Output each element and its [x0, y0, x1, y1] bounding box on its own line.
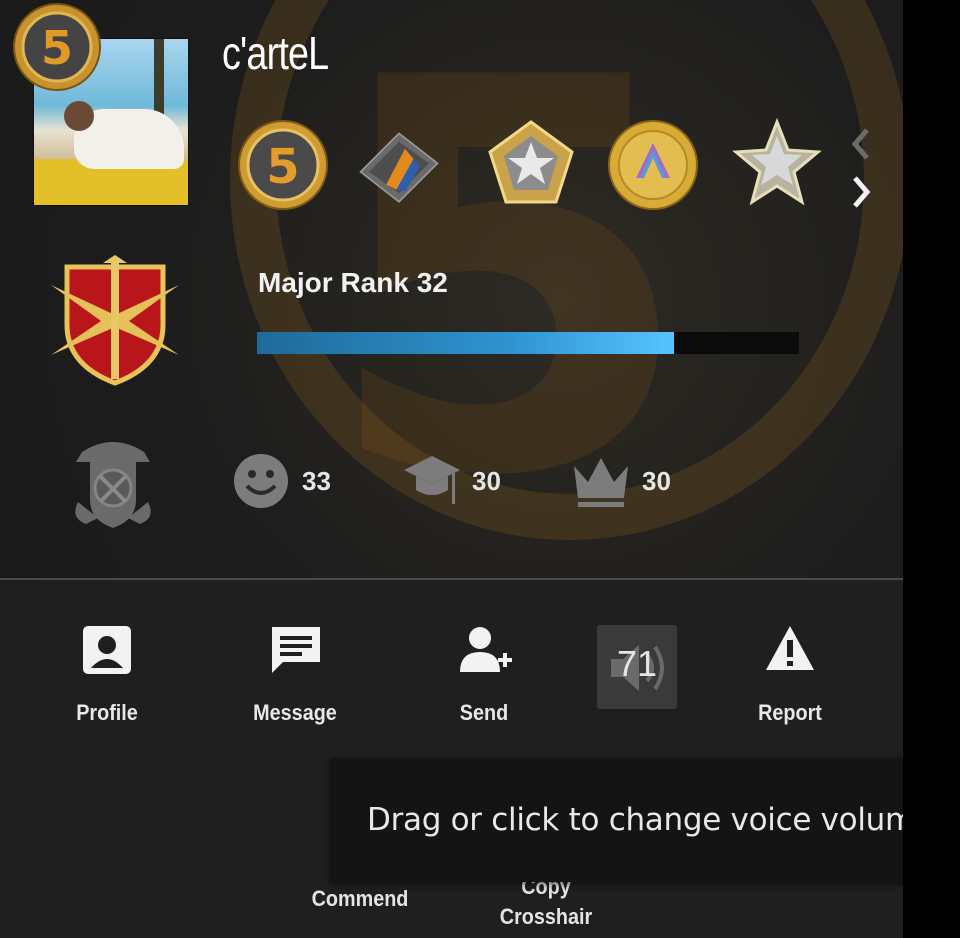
- teacher-count: 30: [472, 466, 501, 496]
- pentagon-star-medal-icon[interactable]: [484, 118, 578, 212]
- operation-coin-icon[interactable]: [352, 118, 446, 212]
- xp-progress-fill: [257, 332, 675, 354]
- commend-button[interactable]: Commend: [297, 886, 423, 912]
- star-medal-icon[interactable]: [730, 118, 824, 212]
- profile-button[interactable]: Profile: [47, 620, 167, 730]
- rank-label: Major Rank 32: [258, 267, 448, 298]
- add-friend-icon: [460, 627, 512, 672]
- message-icon: [272, 627, 320, 673]
- friendly-count: 33: [302, 466, 331, 496]
- report-button[interactable]: Report: [730, 620, 850, 730]
- report-label: Report: [758, 700, 822, 725]
- rank-shield-icon: [51, 255, 179, 386]
- player-card-header: 5 5 c'arteL 5 Major Rank 32 33 30 30: [0, 0, 903, 580]
- svg-text:5: 5: [266, 139, 299, 195]
- leader-count: 30: [642, 466, 671, 496]
- voice-volume-tooltip: Drag or click to change voice volume: [330, 758, 903, 882]
- xp-progress-bar: [257, 332, 799, 354]
- medals-prev-arrow-icon[interactable]: [845, 124, 875, 164]
- service-crest-icon: [75, 442, 151, 528]
- teacher-cap-icon: [404, 456, 460, 504]
- medals-next-arrow-icon[interactable]: [845, 172, 875, 212]
- section-divider: [0, 578, 903, 580]
- friendly-smiley-icon: [234, 454, 288, 508]
- profile-label: Profile: [76, 700, 138, 725]
- send-button[interactable]: Send: [424, 620, 544, 730]
- voice-volume-value: 71: [616, 643, 658, 684]
- profile-icon: [83, 626, 131, 674]
- message-label: Message: [253, 700, 337, 725]
- tooltip-text: Drag or click to change voice volume: [367, 802, 903, 838]
- player-name: c'arteL: [222, 27, 329, 79]
- leader-crown-icon: [574, 458, 628, 507]
- player-card-panel: 5 5 c'arteL 5 Major Rank 32 33 30 30 Pro…: [0, 0, 903, 938]
- five-year-veteran-coin-icon[interactable]: 5: [236, 118, 330, 212]
- gold-service-coin-icon[interactable]: [606, 118, 700, 212]
- five-year-coin-badge-icon: 5: [13, 3, 101, 91]
- voice-volume-slider[interactable]: 71: [597, 625, 677, 709]
- svg-text:5: 5: [41, 21, 73, 75]
- message-button[interactable]: Message: [235, 620, 355, 730]
- warning-icon: [766, 626, 814, 670]
- send-label: Send: [459, 700, 509, 725]
